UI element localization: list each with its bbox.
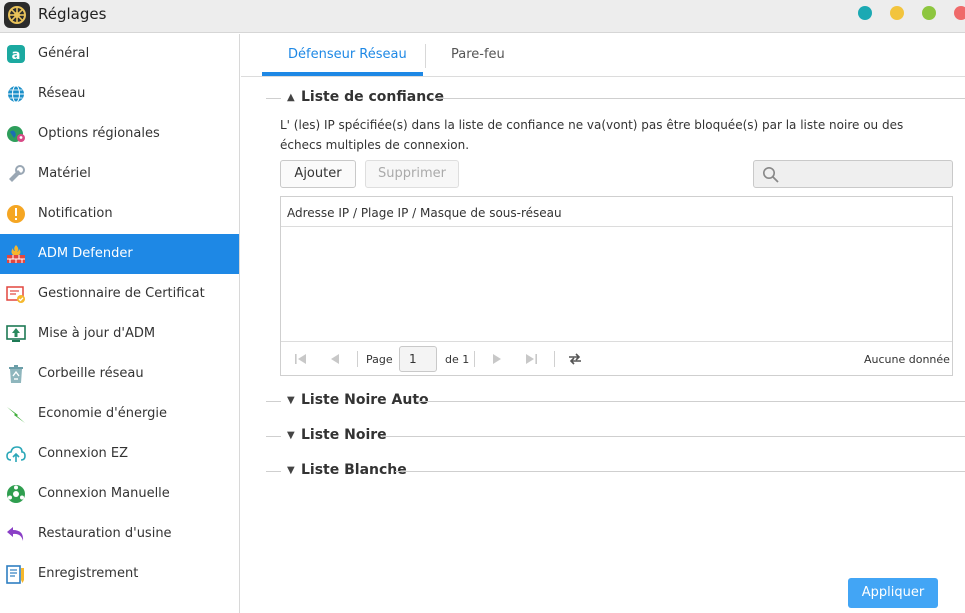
sidebar-item-certificate[interactable]: Gestionnaire de Certificat xyxy=(0,274,239,314)
hardware-icon xyxy=(9,165,25,182)
chevron-down-icon: ▼ xyxy=(287,430,295,441)
sidebar-item-label: Restauration d'usine xyxy=(38,526,172,541)
minimize-dot[interactable] xyxy=(858,6,872,20)
apply-button[interactable]: Appliquer xyxy=(848,578,938,608)
sidebar-item-notification[interactable]: Notification xyxy=(0,194,239,234)
last-page-icon[interactable] xyxy=(523,351,539,367)
sidebar-item-label: Gestionnaire de Certificat xyxy=(38,286,205,301)
search-icon xyxy=(763,167,779,183)
region-icon xyxy=(7,126,25,142)
sidebar-item-regional[interactable]: Options régionales xyxy=(0,114,239,154)
section-title: Liste Noire Auto xyxy=(301,392,429,408)
sidebar-item-general[interactable]: a Général xyxy=(0,34,239,74)
page-number-input[interactable]: 1 xyxy=(399,346,437,372)
settings-app-icon xyxy=(4,2,30,28)
general-icon: a xyxy=(7,45,25,63)
svg-text:a: a xyxy=(12,48,21,63)
sidebar-item-registration[interactable]: Enregistrement xyxy=(0,554,239,594)
main-panel: Défenseur Réseau Pare-feu ▲ Liste de con… xyxy=(241,34,965,613)
factory-reset-icon xyxy=(7,527,24,541)
section-whitelist[interactable]: ▼ Liste Blanche xyxy=(266,462,965,482)
section-blacklist[interactable]: ▼ Liste Noire xyxy=(266,427,965,447)
page-total-label: de 1 xyxy=(445,353,470,366)
update-icon xyxy=(6,325,26,342)
energy-icon xyxy=(7,407,25,423)
chevron-down-icon: ▼ xyxy=(287,395,295,406)
trust-list-description: L' (les) IP spécifiée(s) dans la liste d… xyxy=(280,118,904,152)
tab-firewall[interactable]: Pare-feu xyxy=(451,47,505,62)
section-auto-blacklist[interactable]: ▼ Liste Noire Auto xyxy=(266,392,965,412)
sidebar-item-label: Options régionales xyxy=(38,126,160,141)
refresh-icon[interactable] xyxy=(567,351,583,367)
manual-connect-icon xyxy=(7,485,25,503)
sidebar-item-network[interactable]: Réseau xyxy=(0,74,239,114)
next-page-icon[interactable] xyxy=(489,351,505,367)
trust-list-table: Adresse IP / Plage IP / Masque de sous-r… xyxy=(280,196,953,376)
sidebar-item-label: Connexion EZ xyxy=(38,446,129,461)
sidebar-item-label: Général xyxy=(38,46,90,61)
sidebar: a Général Réseau Options régionales Maté… xyxy=(0,34,240,613)
sidebar-item-label: Réseau xyxy=(38,86,86,101)
chevron-down-icon: ▼ xyxy=(287,465,295,476)
sidebar-item-adm-defender[interactable]: ADM Defender xyxy=(0,234,239,274)
no-data-status: Aucune donnée xyxy=(864,353,950,366)
active-tab-indicator xyxy=(262,72,423,76)
certificate-icon xyxy=(6,286,25,303)
window-title: Réglages xyxy=(38,5,107,23)
tab-network-defender[interactable]: Défenseur Réseau xyxy=(288,47,407,62)
first-page-icon[interactable] xyxy=(293,351,309,367)
sidebar-item-hardware[interactable]: Matériel xyxy=(0,154,239,194)
pagination-bar: Page 1 de 1 Aucune donnée xyxy=(281,341,952,375)
sidebar-item-label: Mise à jour d'ADM xyxy=(38,326,156,341)
sidebar-item-adm-update[interactable]: Mise à jour d'ADM xyxy=(0,314,239,354)
sidebar-item-energy[interactable]: Economie d'énergie xyxy=(0,394,239,434)
cloud-connect-icon xyxy=(6,446,26,462)
sidebar-item-label: Corbeille réseau xyxy=(38,366,144,381)
title-bar: Réglages xyxy=(0,0,965,33)
notification-icon xyxy=(7,205,25,223)
add-button[interactable]: Ajouter xyxy=(280,160,356,188)
section-title: Liste de confiance xyxy=(301,89,444,105)
sidebar-item-label: Connexion Manuelle xyxy=(38,486,170,501)
page-label: Page xyxy=(366,353,393,366)
sidebar-item-factory-reset[interactable]: Restauration d'usine xyxy=(0,514,239,554)
search-field xyxy=(753,160,953,188)
search-input[interactable] xyxy=(784,164,946,184)
registration-icon xyxy=(6,565,24,584)
sidebar-item-manual-connect[interactable]: Connexion Manuelle xyxy=(0,474,239,514)
maximize-dot[interactable] xyxy=(890,6,904,20)
sidebar-item-label: ADM Defender xyxy=(38,246,133,261)
close-dot[interactable] xyxy=(954,6,965,20)
section-title: Liste Blanche xyxy=(301,462,407,478)
sidebar-item-label: Notification xyxy=(38,206,113,221)
tab-divider xyxy=(425,44,426,68)
section-trust-list[interactable]: ▲ Liste de confiance xyxy=(266,89,965,109)
table-header: Adresse IP / Plage IP / Masque de sous-r… xyxy=(281,197,952,227)
globe-icon xyxy=(8,85,24,103)
recycle-bin-icon xyxy=(9,365,23,383)
firewall-icon xyxy=(7,245,25,263)
section-title: Liste Noire xyxy=(301,427,387,443)
fullscreen-dot[interactable] xyxy=(922,6,936,20)
sidebar-item-label: Matériel xyxy=(38,166,91,181)
sidebar-item-recycle-bin[interactable]: Corbeille réseau xyxy=(0,354,239,394)
chevron-up-icon: ▲ xyxy=(287,92,295,103)
sidebar-item-ez-connect[interactable]: Connexion EZ xyxy=(0,434,239,474)
column-header-ip[interactable]: Adresse IP / Plage IP / Masque de sous-r… xyxy=(287,206,562,220)
previous-page-icon[interactable] xyxy=(327,351,343,367)
sidebar-item-label: Enregistrement xyxy=(38,566,139,581)
tab-bar: Défenseur Réseau Pare-feu xyxy=(241,34,965,77)
delete-button[interactable]: Supprimer xyxy=(365,160,459,188)
sidebar-item-label: Economie d'énergie xyxy=(38,406,167,421)
